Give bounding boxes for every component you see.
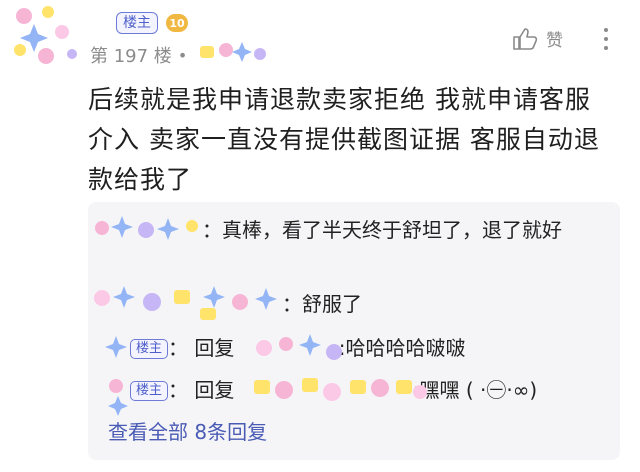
post-header: 楼主 10 第 197 楼 • — [90, 8, 266, 68]
reply-3-sep: ： — [168, 336, 189, 360]
reply-4-text: :嘿嘿 ( ·㊀·∞) — [412, 378, 538, 402]
reply-3-reply-word: 回复 — [194, 336, 235, 360]
floor-number: 第 197 楼 — [90, 46, 172, 67]
reply-3-target-sticker — [256, 334, 342, 360]
reply-1[interactable]: ：真棒，看了半天终于舒坦了，退了就好 — [108, 214, 608, 246]
reply-3-text: :哈哈哈哈啵啵 — [338, 336, 466, 360]
floor-dot: • — [177, 45, 188, 65]
reply-3-host-badge: 楼主 — [130, 339, 169, 359]
thumbs-up-icon — [513, 27, 538, 50]
reply-3-name-sticker — [105, 336, 127, 358]
reply-4-reply-word: 回复 — [194, 378, 235, 402]
reply-2[interactable]: ：舒服了 — [282, 288, 362, 320]
host-badge: 楼主 — [116, 12, 158, 34]
reply-1-sep: ： — [202, 218, 222, 242]
reply-4-name-sticker — [108, 379, 128, 416]
like-button[interactable]: 赞 — [512, 26, 563, 51]
level-badge: 10 — [166, 14, 188, 32]
author-row: 楼主 10 — [90, 8, 188, 38]
reply-4-host-badge: 楼主 — [130, 381, 169, 401]
reply-4-sep: ： — [168, 378, 189, 402]
reply-2-sep: ： — [282, 292, 302, 316]
floor-row: 第 197 楼 • — [90, 42, 266, 68]
more-vertical-icon[interactable] — [596, 24, 616, 54]
reply-2-name-sticker — [94, 286, 277, 320]
reply-1-text: 真棒，看了半天终于舒坦了，退了就好 — [222, 218, 562, 242]
like-label: 赞 — [546, 31, 563, 51]
avatar-sticker — [14, 6, 77, 64]
view-all-replies-link[interactable]: 查看全部 8条回复 — [108, 416, 267, 448]
reply-2-text: 舒服了 — [302, 292, 362, 316]
time-mask-sticker — [200, 42, 266, 62]
reply-4-target-sticker — [254, 378, 427, 401]
post-content: 后续就是我申请退款卖家拒绝 我就申请客服介入 卖家一直没有提供截图证据 客服自动… — [88, 85, 600, 194]
